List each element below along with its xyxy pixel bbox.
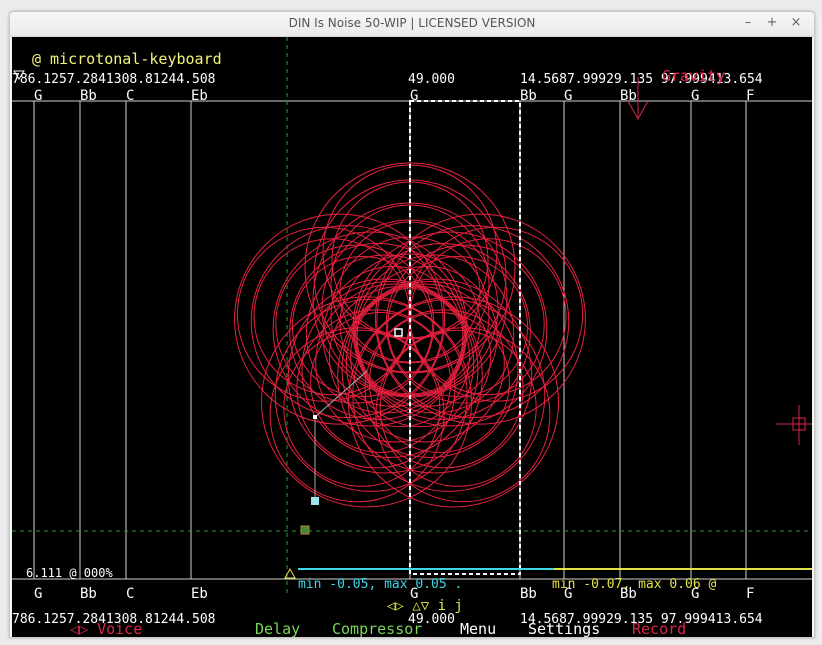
note-top-1: G (34, 88, 42, 104)
compressor-menu-button[interactable]: Compressor (332, 620, 422, 637)
app-window: DIN Is Noise 50-WIP | LICENSED VERSION –… (9, 11, 815, 638)
note-top-7: G (564, 88, 572, 104)
main-menu-button[interactable]: Menu (460, 620, 496, 637)
settings-menu-button[interactable]: Settings (528, 620, 600, 637)
note-top-9: G (691, 88, 699, 104)
note-bottom-6: Bb (520, 586, 537, 602)
din-canvas[interactable]: @ microtonal-keyboard 786.1257.2841308.8… (12, 37, 812, 637)
din-scene[interactable]: @ microtonal-keyboard 786.1257.2841308.8… (12, 37, 812, 637)
top-readout-left: 786.1257.2841308.81244.508 (12, 72, 216, 87)
close-button[interactable]: × (787, 14, 805, 32)
crosshair-icon[interactable] (776, 405, 812, 445)
minimize-button[interactable]: – (739, 14, 757, 32)
volume-readout: 6.111 @ 000% (26, 566, 113, 580)
note-bottom-2: Bb (80, 586, 97, 602)
voice-menu-button[interactable]: ◁▷ Voice (70, 620, 142, 637)
note-top-3: C (126, 88, 134, 104)
center-handle[interactable] (394, 328, 403, 337)
record-menu-button[interactable]: Record (632, 620, 686, 637)
top-readout-center: 49.000 (408, 72, 455, 87)
range-left-label[interactable]: min -0.05, max 0.05 . (298, 577, 462, 592)
note-bottom-8: Bb (620, 586, 637, 602)
note-bottom-10: F (746, 586, 754, 602)
note-bottom-1: G (34, 586, 42, 602)
note-bottom-3: C (126, 586, 134, 602)
gravity-label[interactable]: Gravity (662, 67, 725, 85)
note-bottom-7: G (564, 586, 572, 602)
note-top-6: Bb (520, 88, 537, 104)
instrument-label[interactable]: @ microtonal-keyboard (32, 50, 222, 68)
note-bottom-9: G (691, 586, 699, 602)
title-bar: DIN Is Noise 50-WIP | LICENSED VERSION –… (10, 12, 814, 37)
maximize-button[interactable]: + (763, 14, 781, 32)
note-top-5: G (410, 88, 418, 104)
window-title: DIN Is Noise 50-WIP | LICENSED VERSION (288, 16, 536, 30)
top-readout-right: 14.5687.99929.135 97.999413.654 (520, 72, 763, 87)
note-top-10: F (746, 88, 754, 104)
control-point-top[interactable] (313, 415, 317, 419)
control-point-cyan[interactable] (311, 497, 319, 505)
note-top-4: Eb (191, 88, 208, 104)
note-top-8: Bb (620, 88, 637, 104)
control-point-green[interactable] (300, 525, 310, 535)
note-top-2: Bb (80, 88, 97, 104)
note-bottom-4: Eb (191, 586, 208, 602)
delay-menu-button[interactable]: Delay (255, 620, 300, 637)
